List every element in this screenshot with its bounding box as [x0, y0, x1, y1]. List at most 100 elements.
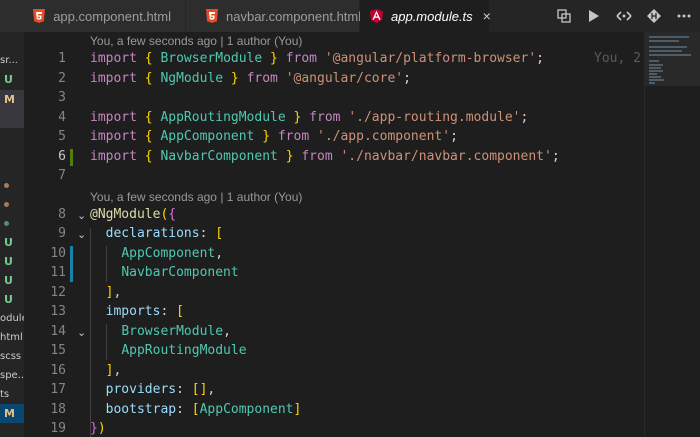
line-number: 10 — [50, 246, 66, 261]
tab-label: app.module.ts — [391, 8, 473, 24]
git-added-indicator — [70, 149, 73, 166]
explorer-item[interactable] — [0, 195, 24, 214]
explorer-item[interactable]: U — [0, 233, 24, 252]
editor-actions — [556, 0, 692, 32]
minimap-line — [649, 67, 661, 69]
code-line[interactable]: import { AppComponent } from './app.comp… — [90, 129, 458, 144]
status-dot — [4, 221, 9, 226]
explorer-item[interactable]: U — [0, 70, 24, 89]
tab-navbar-component-html[interactable]: navbar.component.html — [186, 0, 362, 32]
code-line[interactable]: imports: [ — [90, 304, 184, 319]
code-line[interactable]: AppComponent, — [90, 246, 223, 261]
code-line[interactable]: import { NgModule } from '@angular/core'… — [90, 71, 411, 86]
status-dot — [4, 202, 9, 207]
explorer-item[interactable] — [0, 214, 24, 233]
line-number: 15 — [50, 343, 66, 358]
line-number: 18 — [50, 402, 66, 417]
tab-label: navbar.component.html — [226, 8, 362, 24]
code-line[interactable]: ], — [90, 285, 122, 300]
minimap-line — [649, 36, 689, 38]
explorer-item[interactable]: ts — [0, 385, 24, 404]
code-editor[interactable]: You, a few seconds ago | 1 author (You) … — [24, 32, 644, 437]
explorer-item[interactable]: html — [0, 328, 24, 347]
line-number: 19 — [50, 421, 66, 436]
minimap[interactable] — [644, 32, 700, 437]
code-line[interactable]: AppRoutingModule — [90, 343, 246, 358]
git-untracked-badge: U — [4, 236, 13, 249]
git-modified-badge: M — [4, 407, 15, 420]
minimap-line — [649, 64, 663, 66]
line-number: 17 — [50, 382, 66, 397]
codelens-author[interactable]: You, a few seconds ago | 1 author (You) — [90, 190, 302, 204]
git-compare-icon[interactable] — [646, 8, 662, 24]
explorer-item[interactable]: odule... — [0, 309, 24, 328]
git-untracked-badge: U — [4, 255, 13, 268]
line-number: 4 — [58, 110, 66, 125]
minimap-line — [649, 79, 664, 81]
minimap-line — [649, 82, 655, 84]
code-line[interactable]: declarations: [ — [90, 226, 223, 241]
go-live-icon[interactable] — [616, 8, 632, 24]
fold-chevron-icon[interactable]: ⌄ — [77, 326, 86, 339]
line-number: 7 — [58, 168, 66, 183]
explorer-item[interactable] — [0, 176, 24, 195]
explorer-sidebar: sr... U M U U U U odule... html scss spe… — [0, 32, 24, 437]
git-untracked-badge: U — [4, 73, 13, 86]
tab-app-module-ts[interactable]: app.module.ts × — [360, 0, 491, 32]
code-line[interactable]: providers: [], — [90, 382, 216, 397]
tab-label: app.component.html — [53, 8, 171, 24]
minimap-line — [649, 54, 691, 56]
line-number: 12 — [50, 285, 66, 300]
close-icon[interactable]: × — [483, 8, 491, 24]
code-line[interactable]: }) — [90, 421, 106, 436]
line-number: 1 — [58, 51, 66, 66]
minimap-line — [649, 60, 659, 62]
line-number: 16 — [50, 363, 66, 378]
git-untracked-badge: U — [4, 293, 13, 306]
line-number: 13 — [50, 304, 66, 319]
explorer-item[interactable] — [0, 109, 24, 128]
explorer-item[interactable]: U — [0, 252, 24, 271]
fold-chevron-icon[interactable]: ⌄ — [77, 209, 86, 222]
minimap-line — [649, 50, 682, 52]
code-line[interactable]: BrowserModule, — [90, 324, 231, 339]
open-changes-icon[interactable] — [556, 8, 572, 24]
explorer-item[interactable]: sr... — [0, 51, 24, 70]
line-number: 14 — [50, 324, 66, 339]
line-number: 5 — [58, 129, 66, 144]
git-untracked-badge: U — [4, 274, 13, 287]
code-line[interactable]: import { NavbarComponent } from './navba… — [90, 149, 560, 164]
code-line[interactable]: import { BrowserModule } from '@angular/… — [90, 51, 544, 66]
explorer-item[interactable]: U — [0, 290, 24, 309]
line-number: 8 — [58, 207, 66, 222]
html5-icon — [32, 9, 45, 23]
run-icon[interactable] — [586, 8, 602, 24]
explorer-item[interactable]: scss — [0, 347, 24, 366]
code-line[interactable]: ], — [90, 363, 122, 378]
minimap-line — [649, 46, 687, 48]
code-line[interactable]: import { AppRoutingModule } from './app-… — [90, 110, 528, 125]
git-modified-indicator — [70, 246, 73, 282]
minimap-line — [649, 40, 679, 42]
explorer-item[interactable]: M — [0, 90, 24, 109]
line-number: 2 — [58, 71, 66, 86]
fold-chevron-icon[interactable]: ⌄ — [77, 228, 86, 241]
html5-icon — [206, 9, 218, 23]
codelens-author[interactable]: You, a few seconds ago | 1 author (You) — [90, 34, 302, 48]
code-line[interactable]: bootstrap: [AppComponent] — [90, 402, 302, 417]
minimap-line — [649, 70, 663, 72]
explorer-item-active[interactable]: M — [0, 404, 24, 423]
explorer-item[interactable]: U — [0, 271, 24, 290]
line-number: 9 — [58, 226, 66, 241]
minimap-line — [649, 73, 657, 75]
explorer-item[interactable]: spe... — [0, 366, 24, 385]
inline-blame: You, 2 — [594, 51, 641, 66]
angular-icon — [370, 9, 383, 23]
tab-app-component-html[interactable]: app.component.html — [0, 0, 186, 32]
line-number: 11 — [50, 265, 66, 280]
code-line[interactable]: @NgModule({ — [90, 207, 176, 222]
code-line[interactable]: NavbarComponent — [90, 265, 238, 280]
more-actions-icon[interactable] — [676, 8, 692, 24]
line-number-current: 6 — [58, 149, 66, 164]
line-number: 3 — [58, 90, 66, 105]
